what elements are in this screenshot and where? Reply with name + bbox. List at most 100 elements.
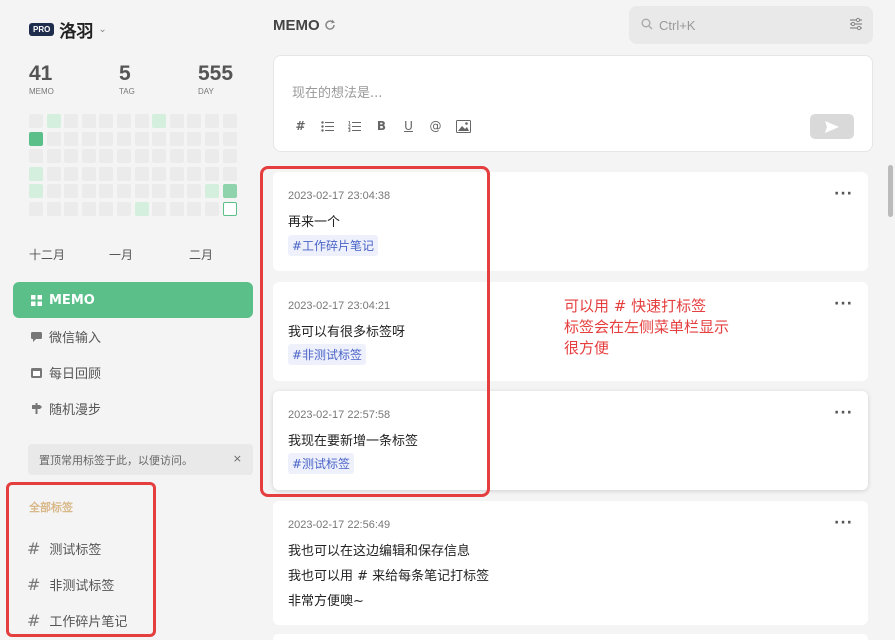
heatmap-cell[interactable]: [187, 149, 202, 164]
heatmap-cell[interactable]: [169, 114, 184, 128]
heatmap-cell[interactable]: [205, 184, 219, 199]
heatmap-cell[interactable]: [46, 184, 61, 199]
heatmap-cell[interactable]: [152, 131, 167, 146]
image-icon[interactable]: [456, 119, 471, 133]
heatmap-cell[interactable]: [187, 184, 202, 199]
heatmap-cell[interactable]: [117, 114, 131, 128]
heatmap-cell[interactable]: [222, 149, 237, 164]
more-icon[interactable]: ···: [834, 515, 853, 531]
heatmap-cell[interactable]: [222, 131, 237, 146]
send-button[interactable]: [810, 114, 854, 139]
heatmap-cell[interactable]: [81, 166, 96, 181]
heatmap-cell[interactable]: [81, 149, 96, 164]
heatmap-cell[interactable]: [134, 166, 149, 181]
refresh-icon[interactable]: [324, 18, 336, 34]
heatmap-cell[interactable]: [99, 202, 114, 216]
more-icon[interactable]: ···: [834, 296, 853, 312]
heatmap-cell[interactable]: [46, 114, 61, 128]
heatmap-cell[interactable]: [205, 202, 219, 216]
bullet-list-icon[interactable]: [321, 119, 334, 133]
close-icon[interactable]: ×: [233, 452, 242, 465]
heatmap-cell[interactable]: [29, 166, 43, 181]
heatmap-cell[interactable]: [99, 184, 114, 199]
heatmap-cell[interactable]: [134, 184, 149, 199]
heatmap-cell[interactable]: [187, 131, 202, 146]
user-menu[interactable]: PRO 洛羽 ⌄: [29, 17, 107, 42]
nav-item-wechat[interactable]: 微信输入: [13, 318, 253, 354]
heatmap-cell[interactable]: [64, 202, 79, 216]
heatmap-cell[interactable]: [152, 166, 167, 181]
sidebar-tag-item[interactable]: # 测试标签: [27, 539, 101, 558]
heatmap-cell[interactable]: [187, 166, 202, 181]
memo-tag[interactable]: #测试标签: [288, 453, 355, 474]
heatmap-cell[interactable]: [64, 184, 79, 199]
heatmap-cell[interactable]: [99, 149, 114, 164]
mention-button[interactable]: @: [429, 119, 442, 133]
heatmap-cell[interactable]: [81, 202, 96, 216]
heatmap-cell[interactable]: [46, 166, 61, 181]
heatmap-cell[interactable]: [29, 184, 43, 199]
nav-item-random-walk[interactable]: 随机漫步: [13, 390, 253, 426]
memo-editor[interactable]: 现在的想法是... # 123 B U @: [273, 55, 873, 152]
nav-item-memo[interactable]: MEMO: [13, 282, 253, 318]
heatmap-cell[interactable]: [169, 202, 184, 216]
filter-icon[interactable]: [849, 17, 863, 34]
heatmap-cell[interactable]: [205, 131, 219, 146]
heatmap-cell[interactable]: [169, 149, 184, 164]
heatmap-cell[interactable]: [205, 166, 219, 181]
heatmap-cell[interactable]: [187, 202, 202, 216]
heatmap-cell[interactable]: [152, 202, 167, 216]
heatmap-cell[interactable]: [46, 131, 61, 146]
heatmap-cell[interactable]: [81, 114, 96, 128]
search-input[interactable]: Ctrl+K: [629, 6, 873, 44]
heatmap-cell[interactable]: [117, 166, 131, 181]
heatmap-cell[interactable]: [46, 149, 61, 164]
memo-tag[interactable]: #工作碎片笔记: [288, 235, 379, 256]
heatmap-cell[interactable]: [169, 131, 184, 146]
heatmap-cell[interactable]: [222, 202, 237, 216]
heatmap-cell[interactable]: [64, 166, 79, 181]
heatmap-cell[interactable]: [64, 114, 79, 128]
heatmap-cell[interactable]: [205, 149, 219, 164]
heatmap-cell[interactable]: [99, 114, 114, 128]
heatmap-cell[interactable]: [134, 131, 149, 146]
nav-item-daily-review[interactable]: 每日回顾: [13, 354, 253, 390]
heatmap-cell[interactable]: [117, 131, 131, 146]
more-icon[interactable]: ···: [834, 186, 853, 202]
heatmap-cell[interactable]: [117, 184, 131, 199]
heatmap-cell[interactable]: [29, 131, 43, 146]
heatmap-cell[interactable]: [29, 114, 43, 128]
memo-tag[interactable]: #非测试标签: [288, 344, 367, 365]
heatmap-cell[interactable]: [29, 202, 43, 216]
underline-button[interactable]: U: [402, 119, 415, 133]
heatmap-cell[interactable]: [169, 166, 184, 181]
sidebar-tag-item[interactable]: # 工作碎片笔记: [27, 611, 127, 630]
heatmap-cell[interactable]: [222, 166, 237, 181]
heatmap-cell[interactable]: [134, 202, 149, 216]
heatmap-cell[interactable]: [81, 184, 96, 199]
heatmap-cell[interactable]: [187, 114, 202, 128]
heatmap-cell[interactable]: [99, 131, 114, 146]
heatmap-cell[interactable]: [117, 149, 131, 164]
heatmap-cell[interactable]: [64, 149, 79, 164]
heatmap-cell[interactable]: [117, 202, 131, 216]
scrollbar[interactable]: [888, 165, 893, 217]
bold-button[interactable]: B: [375, 119, 388, 133]
heatmap-cell[interactable]: [134, 114, 149, 128]
heatmap-cell[interactable]: [222, 114, 237, 128]
heatmap-cell[interactable]: [64, 131, 79, 146]
heatmap-cell[interactable]: [169, 184, 184, 199]
heatmap-cell[interactable]: [46, 202, 61, 216]
tag-button[interactable]: #: [294, 119, 307, 133]
heatmap-cell[interactable]: [134, 149, 149, 164]
heatmap-cell[interactable]: [152, 114, 167, 128]
ordered-list-icon[interactable]: 123: [348, 119, 361, 133]
heatmap-cell[interactable]: [29, 149, 43, 164]
heatmap-cell[interactable]: [81, 131, 96, 146]
heatmap-cell[interactable]: [99, 166, 114, 181]
editor-placeholder[interactable]: 现在的想法是...: [292, 82, 382, 101]
heatmap-cell[interactable]: [152, 149, 167, 164]
more-icon[interactable]: ···: [834, 405, 853, 421]
heatmap-cell[interactable]: [152, 184, 167, 199]
sidebar-tag-item[interactable]: # 非测试标签: [27, 575, 114, 594]
